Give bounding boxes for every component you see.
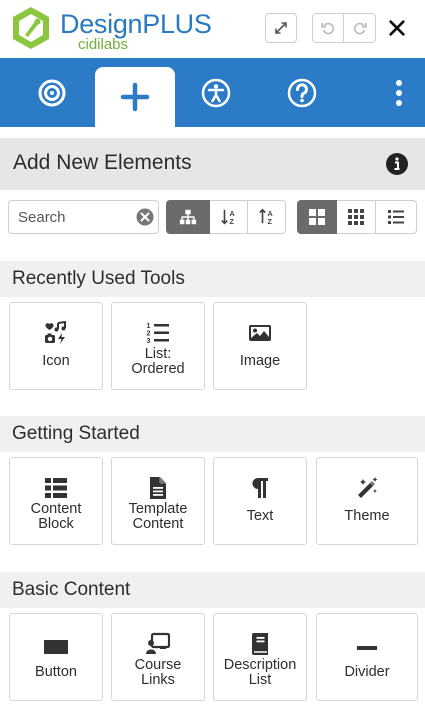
svg-text:3: 3 <box>147 338 151 345</box>
page-title: Add New Elements <box>13 151 192 174</box>
book-icon <box>252 633 268 655</box>
designplus-logo-icon <box>13 7 49 49</box>
divider-icon <box>357 646 377 650</box>
view-list-button[interactable] <box>376 200 417 234</box>
tool-label: List: Ordered <box>131 346 185 377</box>
tool-label: Theme <box>344 508 390 524</box>
redo-icon <box>353 22 367 35</box>
tool-theme[interactable]: Theme <box>316 457 418 545</box>
section-title: Basic Content <box>12 579 131 600</box>
clear-search-icon[interactable] <box>136 208 154 226</box>
info-icon[interactable] <box>386 153 408 175</box>
tool-divider[interactable]: Divider <box>316 613 418 701</box>
close-button[interactable] <box>383 14 411 42</box>
view-small-grid-button[interactable] <box>337 200 376 234</box>
tool-label: Divider <box>344 664 390 680</box>
undo-button[interactable] <box>312 13 344 43</box>
expand-arrows-icon <box>275 22 287 34</box>
tool-course-links[interactable]: Course Links <box>111 613 205 701</box>
tab-help[interactable] <box>263 58 341 127</box>
large-grid-icon <box>309 209 325 225</box>
main-nav <box>0 58 425 127</box>
tool-text[interactable]: Text <box>213 457 307 545</box>
button-icon <box>44 640 68 654</box>
sort-hierarchy-button[interactable] <box>166 200 210 234</box>
tool-icon[interactable]: Icon <box>9 302 103 390</box>
tool-label: Course Links <box>134 657 182 688</box>
course-links-icon <box>146 632 170 654</box>
sort-alpha-up-icon: A Z <box>258 208 272 226</box>
view-large-grid-button[interactable] <box>297 200 337 234</box>
hierarchy-icon <box>179 209 197 225</box>
magic-wand-icon <box>358 477 378 498</box>
section-title: Recently Used Tools <box>12 268 185 289</box>
tool-label: Button <box>35 664 77 680</box>
svg-text:Z: Z <box>229 217 234 226</box>
plus-icon <box>120 82 150 112</box>
tab-accessibility[interactable] <box>177 58 255 127</box>
tool-label: Content Block <box>30 501 82 532</box>
tool-label: Template Content <box>128 501 188 532</box>
svg-text:Z: Z <box>267 217 272 226</box>
sort-alpha-down-icon: A Z <box>220 209 234 226</box>
sort-az-button[interactable]: A Z <box>210 200 248 234</box>
section-header-basic-content: Basic Content <box>0 572 425 608</box>
accessibility-icon <box>201 78 231 107</box>
section-header-recent: Recently Used Tools <box>0 261 425 297</box>
app-header: DesignPLUS cidilabs <box>0 0 425 58</box>
designplus-logo: DesignPLUS cidilabs <box>8 3 212 53</box>
tool-description-list[interactable]: Description List <box>213 613 307 701</box>
panel-title-bar: Add New Elements <box>0 138 425 190</box>
image-icon <box>249 325 271 341</box>
svg-text:1: 1 <box>147 323 151 330</box>
list-icon <box>388 210 404 224</box>
logo-subtext: cidilabs <box>78 36 129 53</box>
content-block-icon <box>45 478 67 498</box>
tab-add-elements[interactable] <box>95 67 175 127</box>
tab-more-menu[interactable] <box>360 58 425 127</box>
section-title: Getting Started <box>12 423 140 444</box>
template-file-icon <box>150 477 166 499</box>
tool-label: Text <box>246 508 274 524</box>
svg-text:2: 2 <box>147 331 151 338</box>
tool-template-content[interactable]: Template Content <box>111 457 205 545</box>
ordered-list-icon: 1 2 3 <box>147 323 169 345</box>
search-box <box>8 200 159 234</box>
tool-label: Icon <box>42 353 70 369</box>
tool-image[interactable]: Image <box>213 302 307 390</box>
expand-button[interactable] <box>265 13 297 43</box>
small-grid-icon <box>348 209 364 225</box>
icons-icon <box>45 321 66 344</box>
tool-label: Image <box>239 353 281 369</box>
undo-icon <box>321 22 335 35</box>
paragraph-icon <box>252 478 268 498</box>
tab-target[interactable] <box>13 58 91 127</box>
kebab-menu-icon <box>396 79 402 106</box>
close-x-icon <box>389 20 405 36</box>
sort-za-button[interactable]: A Z <box>248 200 286 234</box>
tool-button[interactable]: Button <box>9 613 103 701</box>
target-icon <box>38 79 66 106</box>
redo-button[interactable] <box>344 13 376 43</box>
search-input[interactable] <box>9 201 131 233</box>
section-header-getting-started: Getting Started <box>0 416 425 452</box>
tool-ordered-list[interactable]: 1 2 3 List: Ordered <box>111 302 205 390</box>
tool-label: Description List <box>223 657 297 688</box>
help-icon <box>287 78 317 107</box>
tool-content-block[interactable]: Content Block <box>9 457 103 545</box>
